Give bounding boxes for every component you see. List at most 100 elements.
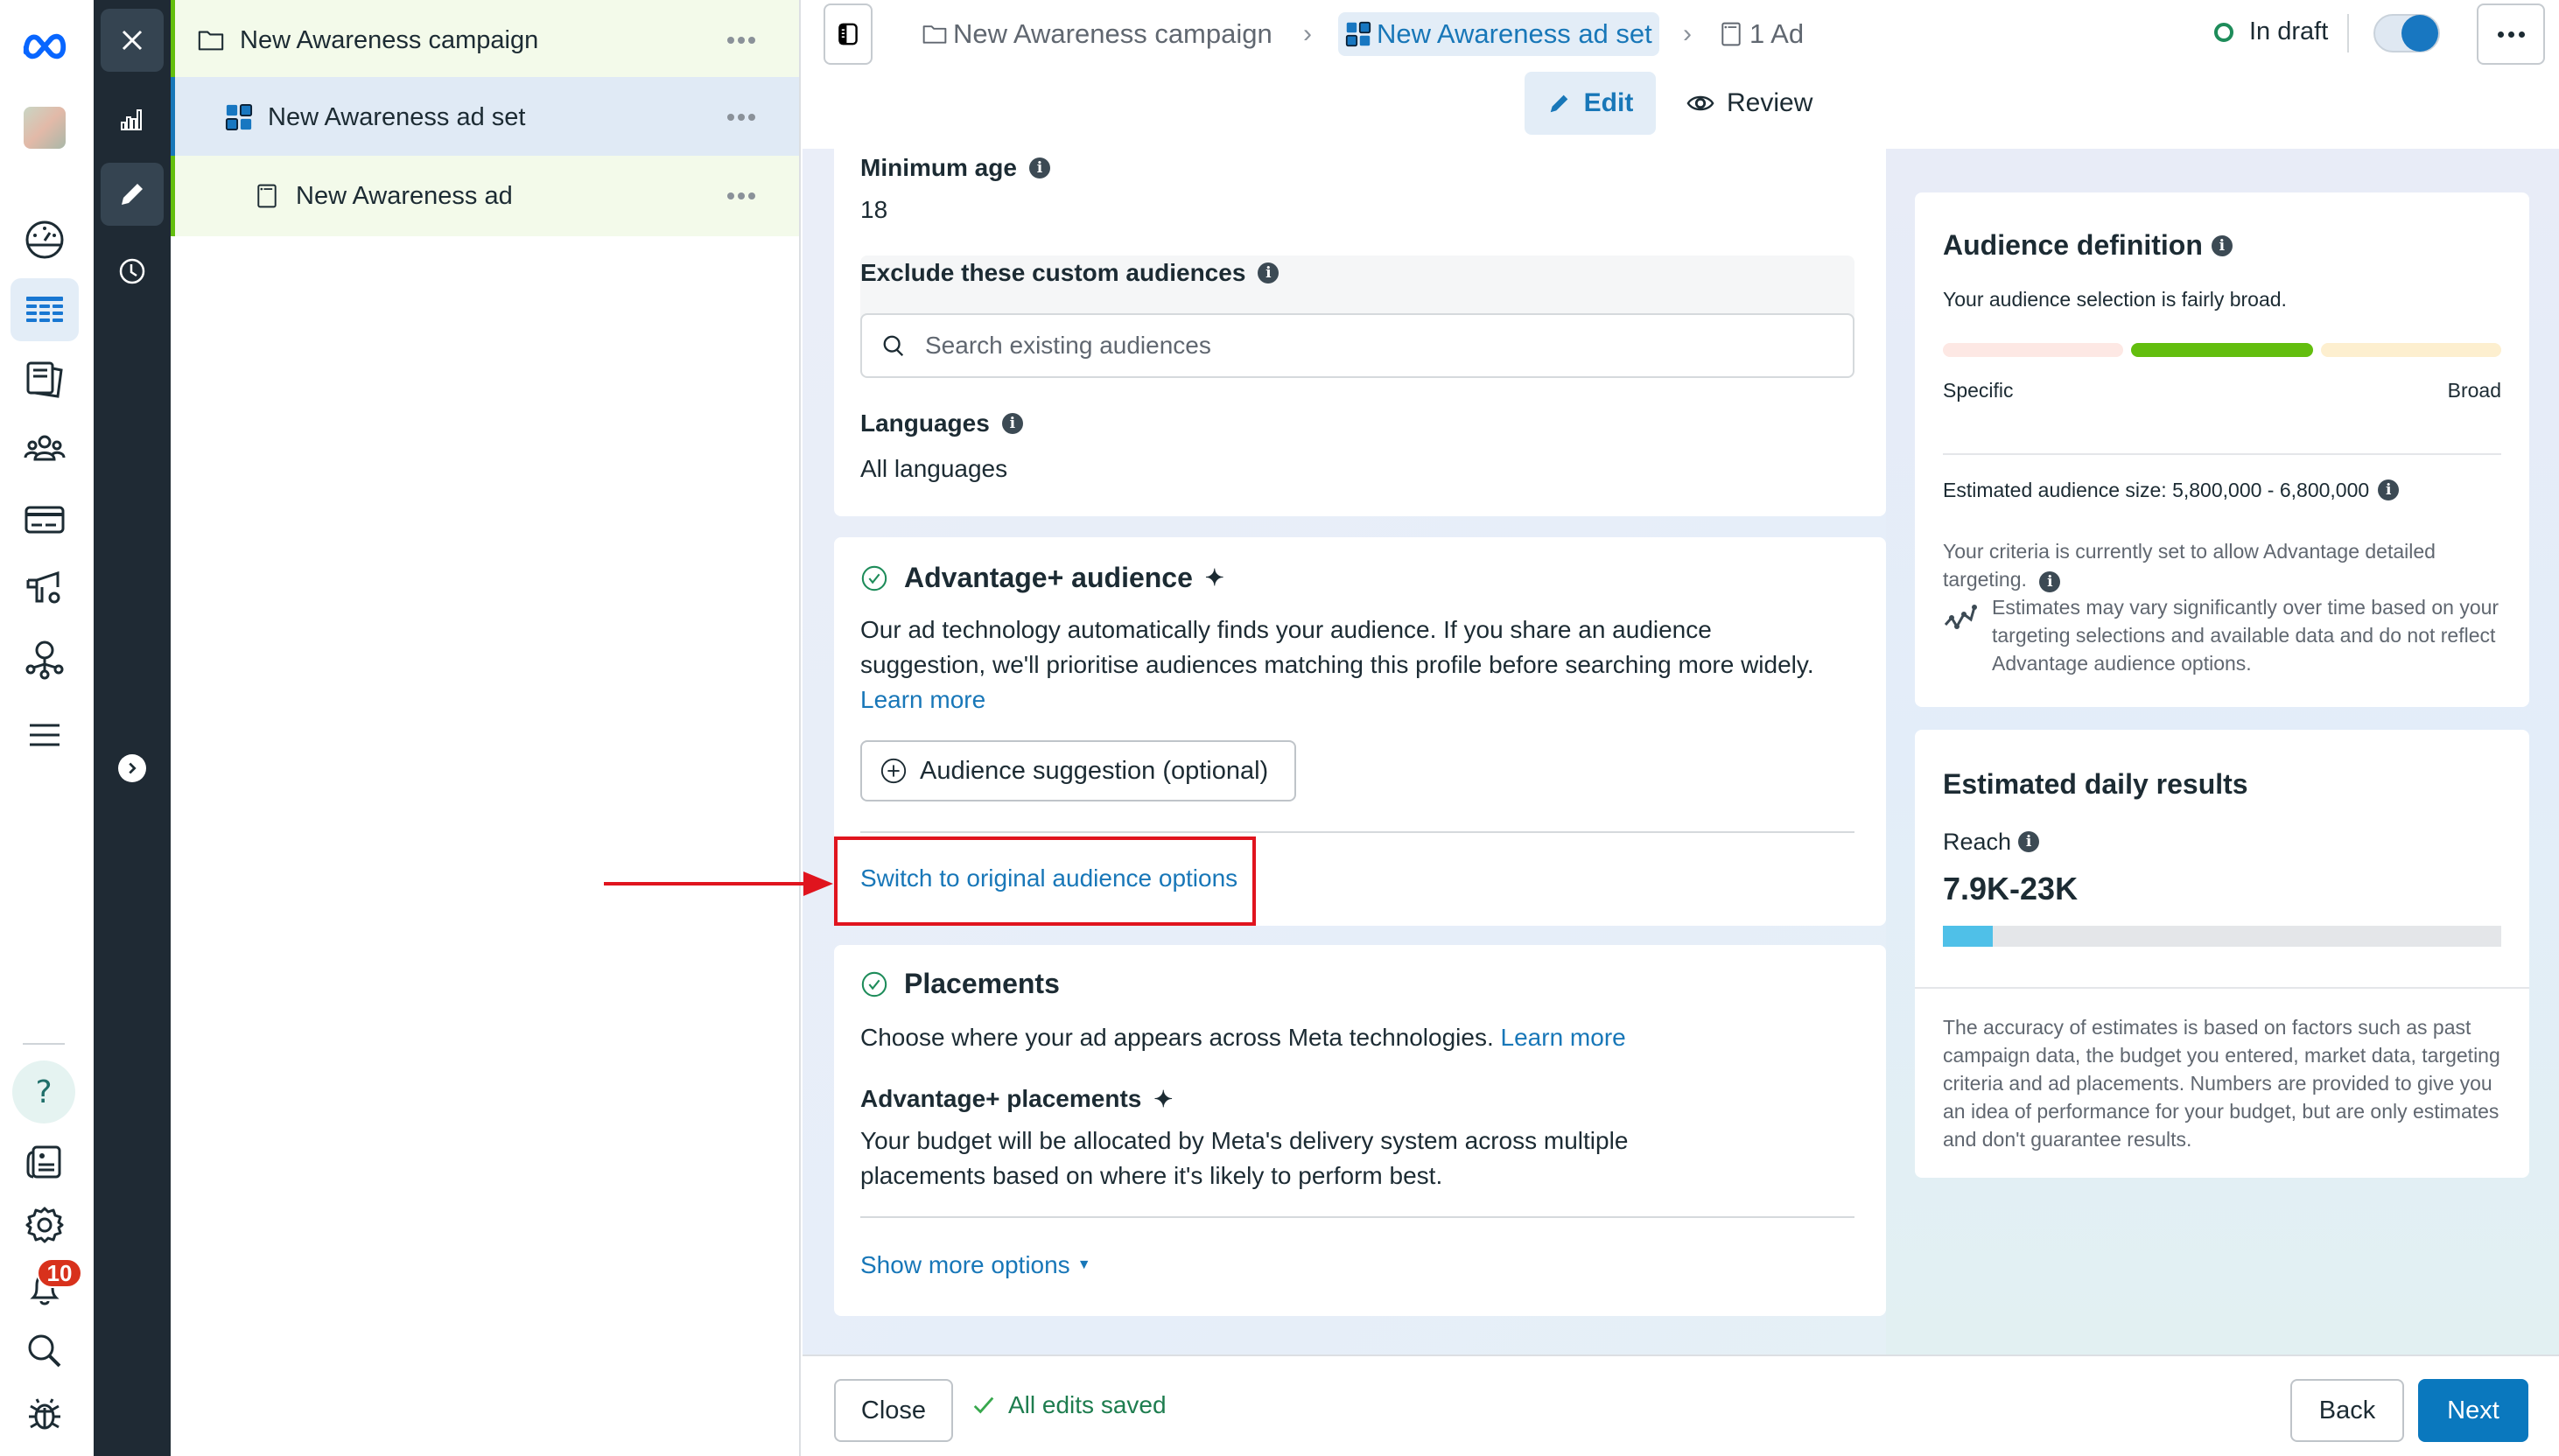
search-icon (28, 1334, 61, 1368)
criteria-text: Your criteria is currently set to allow … (1943, 540, 2436, 591)
editor-side-rail (94, 0, 171, 1456)
placements-body: Choose where your ad appears across Meta… (860, 1024, 1494, 1051)
history-button[interactable] (101, 240, 164, 303)
tree-item-campaign[interactable]: New Awareness campaign (171, 0, 799, 80)
breadcrumb-chevron-icon: › (1303, 19, 1312, 48)
learn-more-link[interactable]: Learn more (860, 686, 985, 713)
back-button[interactable]: Back (2290, 1379, 2404, 1442)
ad-page-icon (1721, 22, 1741, 46)
folder-icon (196, 25, 226, 55)
exclude-audiences-label-text: Exclude these custom audiences (860, 259, 1246, 286)
breadcrumb-ads[interactable]: 1 Ad (1718, 12, 1804, 56)
info-icon[interactable]: i (2378, 480, 2400, 500)
advantage-placements-title-text: Advantage+ placements (860, 1085, 1142, 1112)
clock-icon (119, 258, 145, 284)
languages-value[interactable]: All languages (860, 455, 1007, 483)
megaphone-gear-icon (26, 570, 60, 604)
ad-set-toggle[interactable] (2373, 14, 2440, 52)
rail-ads-settings[interactable] (11, 558, 79, 621)
rail-help[interactable]: ? (12, 1060, 75, 1124)
more-actions-button[interactable] (2477, 4, 2545, 65)
toggle-knob (2401, 15, 2438, 52)
speedometer-icon (25, 220, 64, 259)
tab-review[interactable]: Review (1686, 72, 1812, 135)
placements-card: Placements Choose where your ad appears … (834, 945, 1886, 1316)
ad-set-grid-icon (1345, 21, 1371, 47)
learn-more-link[interactable]: Learn more (1501, 1024, 1626, 1051)
avatar-icon (24, 107, 66, 149)
people-icon (24, 435, 66, 461)
rail-dashboard[interactable] (11, 208, 79, 271)
breadcrumb-label: New Awareness ad set (1377, 18, 1652, 49)
ad-page-icon (252, 181, 282, 211)
account-avatar[interactable] (11, 96, 79, 159)
audience-suggestion-button[interactable]: Audience suggestion (optional) (860, 740, 1297, 802)
meter-label-broad: Broad (2447, 379, 2501, 402)
more-options-icon[interactable] (715, 192, 768, 200)
rail-search[interactable] (11, 1320, 79, 1382)
more-options-icon[interactable] (715, 37, 768, 44)
folder-icon (922, 25, 947, 44)
check-circle-icon (861, 565, 887, 591)
table-grid-icon (26, 297, 63, 322)
estimates-disclaimer: The accuracy of estimates is based on fa… (1943, 1016, 2500, 1151)
advantage-detailed-targeting-note: Your criteria is currently set to allow … (1943, 537, 2485, 593)
documents-icon (26, 361, 63, 398)
edit-mode-button[interactable] (101, 163, 164, 226)
advantage-placements-description: Your budget will be allocated by Meta's … (860, 1127, 1629, 1189)
check-circle-icon (861, 971, 887, 997)
rail-audiences[interactable] (11, 418, 79, 481)
rail-news[interactable] (11, 1130, 79, 1194)
tree-item-ad-set[interactable]: New Awareness ad set (171, 77, 799, 158)
checkmark-icon (973, 1396, 994, 1414)
rail-settings[interactable] (11, 1194, 79, 1256)
tab-label: Review (1727, 88, 1813, 117)
audience-breadth-summary: Your audience selection is fairly broad. (1943, 288, 2287, 311)
min-age-label: Minimum age i (860, 154, 1050, 182)
audience-suggestion-label: Audience suggestion (optional) (920, 756, 1269, 785)
reach-value: 7.9K-23K (1943, 871, 2079, 906)
info-icon[interactable]: i (1028, 158, 1050, 178)
next-button[interactable]: Next (2418, 1379, 2528, 1442)
breadcrumb-ad-set[interactable]: New Awareness ad set (1338, 12, 1659, 56)
close-button[interactable]: Close (834, 1379, 953, 1442)
audience-controls-card: Minimum age i 18 Exclude these custom au… (834, 149, 1886, 516)
rail-billing[interactable] (11, 488, 79, 551)
show-more-options-button[interactable]: Show more options ▼ (860, 1251, 1091, 1279)
exclude-audiences-label: Exclude these custom audiences i (860, 259, 1280, 287)
exclude-audiences-search-input[interactable]: Search existing audiences (860, 313, 1854, 378)
sidebar-panel-icon (838, 23, 858, 46)
meta-logo[interactable] (11, 14, 79, 77)
info-icon[interactable]: i (1258, 262, 1280, 284)
info-icon[interactable]: i (1001, 413, 1023, 434)
rail-pages[interactable] (11, 348, 79, 411)
meter-label-specific: Specific (1943, 379, 2014, 402)
tree-item-ad[interactable]: New Awareness ad (171, 156, 799, 236)
placements-title-text: Placements (904, 968, 1060, 999)
advantage-audience-body: Our ad technology automatically finds yo… (860, 616, 1814, 678)
info-icon[interactable]: i (2039, 571, 2061, 592)
tab-edit[interactable]: Edit (1525, 72, 1656, 135)
estimated-audience-size: Estimated audience size: 5,800,000 - 6,8… (1943, 476, 2400, 504)
eye-icon (1686, 95, 1714, 111)
meta-infinity-icon (23, 33, 67, 60)
info-icon[interactable]: i (2018, 831, 2040, 852)
more-options-icon[interactable] (715, 114, 768, 121)
rail-campaigns[interactable] (11, 278, 79, 341)
estimated-daily-results-card: Estimated daily results Reach i 7.9K-23K… (1915, 730, 2529, 1178)
audience-definition-title: Audience definition i (1943, 229, 2233, 262)
reports-button[interactable] (101, 86, 164, 149)
tree-item-label: New Awareness ad set (268, 102, 526, 131)
info-icon[interactable]: i (2211, 234, 2233, 256)
expand-panel-button[interactable] (118, 754, 146, 782)
rail-report-bug[interactable] (11, 1382, 79, 1446)
rail-all-tools[interactable] (11, 704, 79, 766)
rail-business-assets[interactable] (11, 628, 79, 691)
caret-down-icon: ▼ (1076, 1257, 1091, 1272)
toggle-sidebar-button[interactable] (824, 4, 873, 65)
editor-main-scroll[interactable]: Minimum age i 18 Exclude these custom au… (803, 149, 2559, 1354)
breadcrumb-campaign[interactable]: New Awareness campaign (922, 12, 1272, 56)
min-age-value: 18 (860, 196, 888, 223)
close-editor-button[interactable] (101, 9, 164, 72)
audience-definition-card: Audience definition i Your audience sele… (1915, 192, 2529, 707)
